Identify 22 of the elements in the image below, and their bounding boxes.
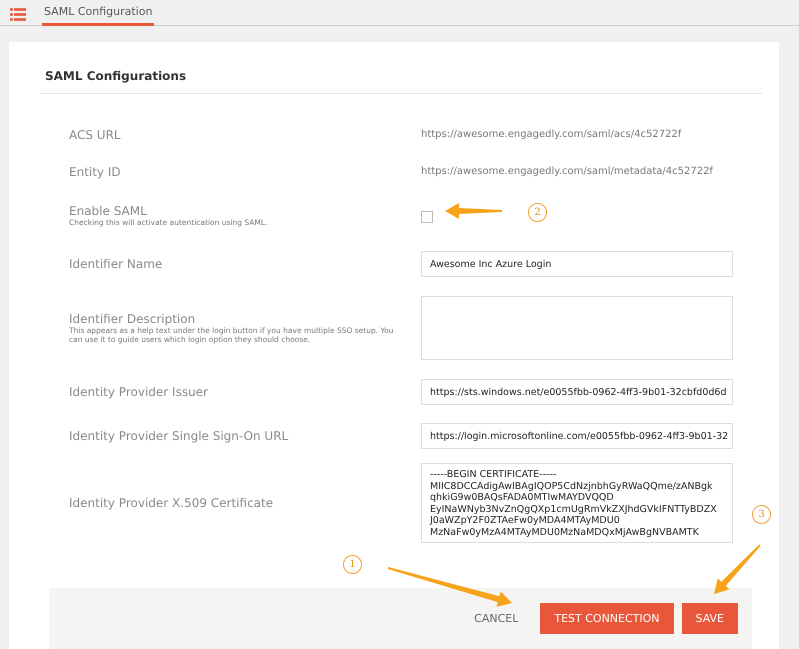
cancel-button[interactable]: CANCEL — [460, 603, 532, 634]
text-area[interactable] — [421, 296, 733, 360]
action-button[interactable]: SAVE — [682, 603, 738, 634]
checkbox[interactable] — [421, 210, 433, 222]
callout-arrow — [714, 544, 761, 594]
callout-arrow — [445, 203, 502, 219]
text-area[interactable]: -----BEGIN CERTIFICATE----- MIIC8DCCAdigAwIBAgIQOP5CdNzjnbhGyRWaQQme/zANBgk qhkiG9w0BAQsFADA0MTIwMAYDVQQD EyINaWNyb3NvZnQgQXp1cmUgRmVkZXJhdGVkIFNTTyBDZX J0aWZpY2F0ZTAeFw0yMDA4MTAyMDU0 MzNaFw0yMzA4MTAyMDU0MzNaMDQxMjAwBgNVBAMTK — [421, 463, 733, 543]
input-field[interactable]: Awesome Inc Azure Login — [421, 251, 733, 277]
field-label: Entity ID — [69, 164, 122, 178]
action-button[interactable]: TEST CONNECTION — [540, 603, 674, 634]
input-field[interactable]: https://login.microsoftonline.com/e0055fbb-0962-4ff3-9b01-32 — [421, 423, 733, 449]
section-title: SAML Configurations — [40, 66, 762, 94]
list-icon[interactable] — [10, 8, 26, 21]
input-field[interactable]: https://sts.windows.net/e0055fbb-0962-4ff3-9b01-32cbfd0d6d — [421, 379, 733, 405]
field-label: Identifier Description — [69, 312, 196, 326]
field-label: Enable SAML — [69, 204, 148, 218]
field-label: Identity Provider Single Sign-On URL — [69, 429, 290, 443]
field-label: Identity Provider Issuer — [69, 385, 209, 399]
field-label: Identity Provider X.509 Certificate — [69, 496, 274, 510]
tab[interactable]: SAML Configuration — [42, 5, 154, 26]
field-label: ACS URL — [69, 128, 122, 142]
field-label: Identifier Name — [69, 257, 164, 271]
